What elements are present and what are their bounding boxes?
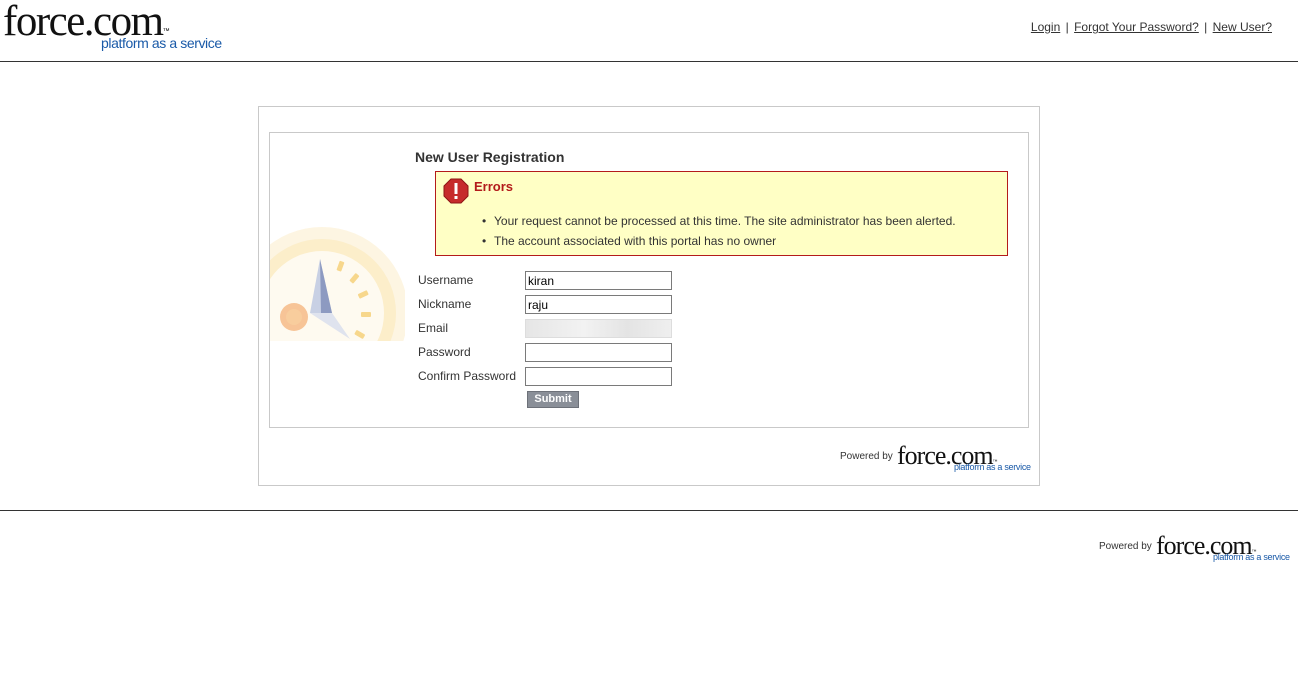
- registration-inner-panel: New User Registration Errors Your reques…: [269, 132, 1029, 428]
- logo-trademark: ™: [162, 28, 170, 35]
- error-message-box: Errors Your request cannot be processed …: [435, 171, 1008, 256]
- nickname-label: Nickname: [418, 297, 472, 311]
- footer-powered-by: Powered by force.com™ platform as a serv…: [1099, 531, 1291, 565]
- panel-powered-by: Powered by force.com™ platform as a serv…: [840, 441, 1031, 475]
- logo-tagline: platform as a service: [101, 35, 222, 51]
- password-label: Password: [418, 345, 471, 359]
- nickname-input[interactable]: [525, 295, 672, 314]
- error-item: Your request cannot be processed at this…: [482, 213, 956, 233]
- new-user-link[interactable]: New User?: [1213, 20, 1272, 34]
- confirm-password-input[interactable]: [525, 367, 672, 386]
- error-item: The account associated with this portal …: [482, 233, 956, 253]
- email-input[interactable]: [525, 319, 672, 338]
- page-header: force.com™ platform as a service Login |…: [0, 0, 1298, 62]
- submit-button[interactable]: Submit: [527, 391, 579, 408]
- confirm-password-label: Confirm Password: [418, 369, 517, 383]
- compass-illustration-icon: [270, 227, 405, 346]
- login-link[interactable]: Login: [1031, 20, 1060, 34]
- error-exclamation-icon: [443, 178, 469, 204]
- error-list: Your request cannot be processed at this…: [482, 213, 956, 253]
- force-com-mini-logo: force.com™ platform as a service: [897, 443, 1031, 473]
- username-label: Username: [418, 273, 474, 287]
- registration-title: New User Registration: [415, 149, 565, 165]
- forgot-password-link[interactable]: Forgot Your Password?: [1074, 20, 1199, 34]
- footer-divider: [0, 510, 1298, 511]
- mini-logo-tagline: platform as a service: [1213, 552, 1290, 562]
- header-links: Login | Forgot Your Password? | New User…: [1031, 20, 1272, 34]
- powered-by-text: Powered by: [840, 451, 893, 462]
- password-input[interactable]: [525, 343, 672, 362]
- mini-logo-tagline: platform as a service: [954, 462, 1031, 472]
- powered-by-text: Powered by: [1099, 541, 1152, 552]
- username-input[interactable]: [525, 271, 672, 290]
- force-com-logo: force.com™ platform as a service: [3, 0, 222, 51]
- link-separator: |: [1065, 20, 1069, 34]
- errors-heading: Errors: [474, 179, 514, 194]
- email-label: Email: [418, 321, 449, 335]
- force-com-mini-logo: force.com™ platform as a service: [1156, 533, 1290, 563]
- link-separator: |: [1204, 20, 1208, 34]
